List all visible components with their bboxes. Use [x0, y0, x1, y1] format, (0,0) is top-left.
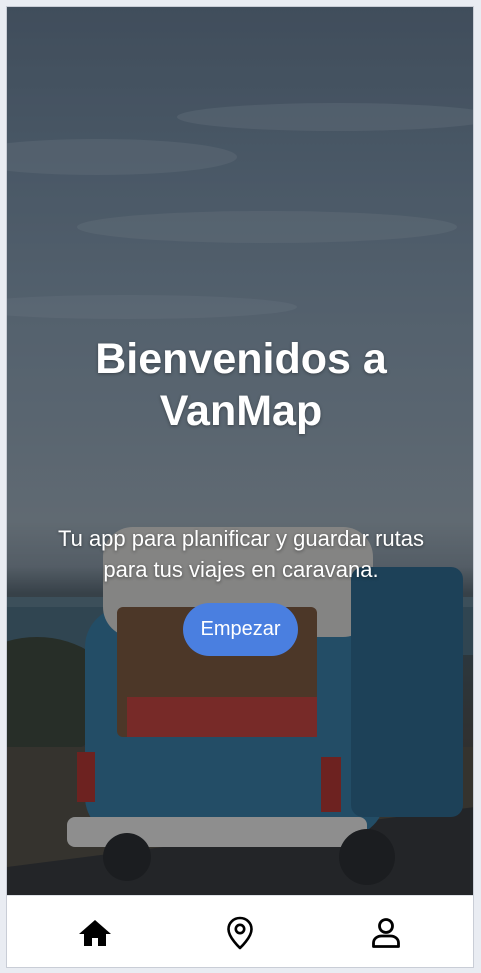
- hero-title: Bienvenidos a VanMap: [7, 333, 473, 437]
- start-button[interactable]: Empezar: [183, 603, 298, 656]
- hero-subtitle: Tu app para planificar y guardar rutas p…: [17, 523, 465, 585]
- hero-section: Bienvenidos a VanMap Tu app para planifi…: [7, 7, 473, 895]
- hero-title-line1: Bienvenidos a: [95, 335, 387, 383]
- app-screen: Bienvenidos a VanMap Tu app para planifi…: [6, 6, 474, 968]
- nav-item-home[interactable]: [65, 906, 125, 960]
- bottom-nav: [7, 895, 473, 967]
- home-icon: [79, 920, 111, 946]
- hero-subtitle-line1: Tu app para planificar y guardar rutas: [57, 526, 425, 551]
- hero-dark-overlay: [7, 7, 473, 895]
- nav-item-profile[interactable]: [356, 906, 416, 960]
- hero-title-line2: VanMap: [159, 387, 323, 435]
- map-pin-icon: [227, 916, 253, 950]
- user-icon: [372, 918, 400, 948]
- hero-subtitle-line2: para tus viajes en caravana.: [103, 557, 379, 582]
- nav-item-map[interactable]: [210, 906, 270, 960]
